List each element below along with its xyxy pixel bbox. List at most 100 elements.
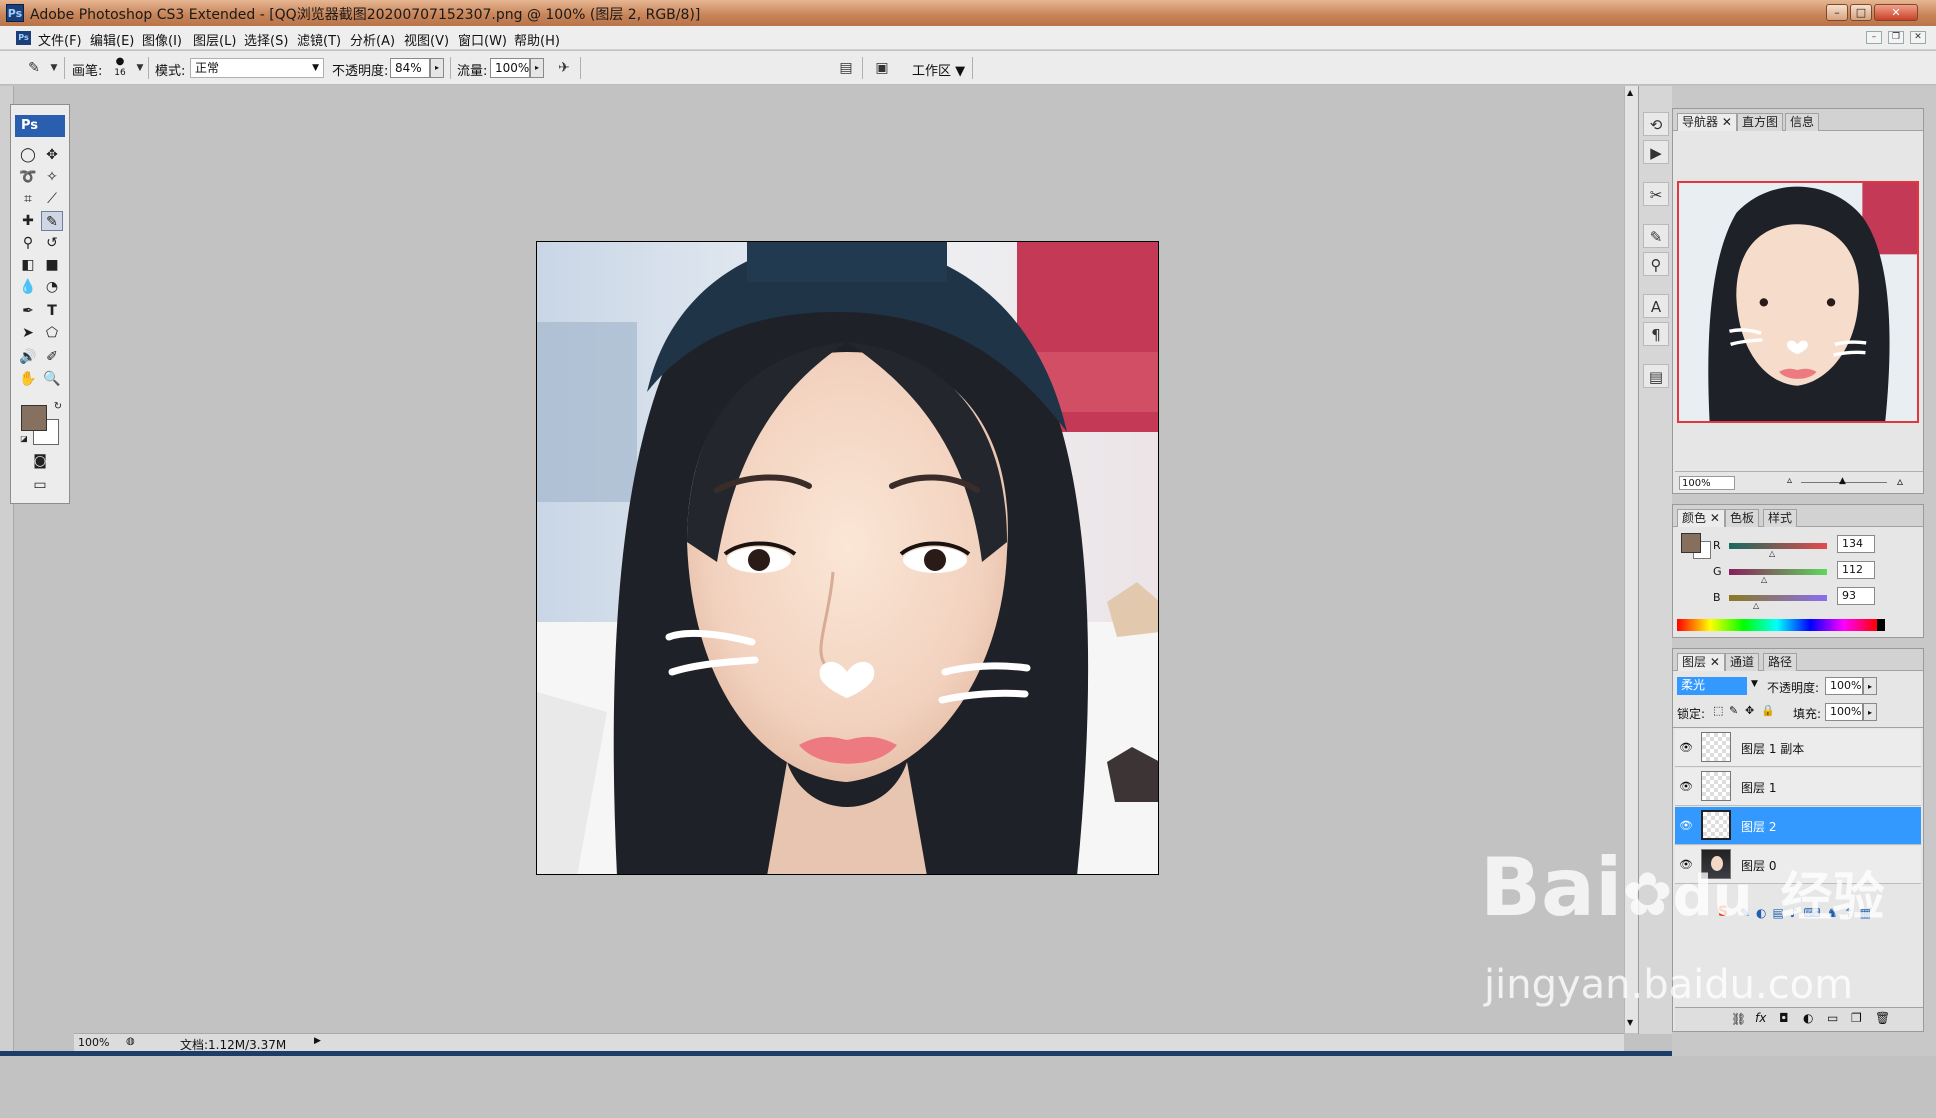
mode-select[interactable]: 正常 ▼	[190, 58, 324, 78]
layer-row-selected[interactable]: 👁 图层 2	[1675, 807, 1921, 845]
black-swatch[interactable]	[1877, 619, 1885, 631]
clone-source-icon[interactable]: ⚲	[1643, 252, 1669, 276]
new-layer-icon[interactable]: ❐	[1851, 1011, 1862, 1025]
brush-tool-preset-icon[interactable]: ✎	[24, 58, 44, 78]
minimize-button[interactable]: –	[1826, 4, 1848, 21]
adjustment-layer-icon[interactable]: ◐	[1803, 1011, 1813, 1025]
zoom-out-icon[interactable]: ▵	[1787, 475, 1792, 486]
foreground-color-swatch[interactable]	[21, 405, 47, 431]
color-fg-swatch[interactable]	[1681, 533, 1701, 553]
layer-opacity-input[interactable]: 100%	[1825, 677, 1863, 695]
eye-icon[interactable]: 👁	[1679, 741, 1693, 755]
brushes-icon[interactable]: ✎	[1643, 224, 1669, 248]
link-layers-icon[interactable]: ⛓	[1731, 1012, 1746, 1026]
paragraph-icon[interactable]: ¶	[1643, 322, 1669, 346]
g-slider[interactable]	[1729, 569, 1827, 575]
scroll-down-icon[interactable]: ▼	[1627, 1018, 1633, 1027]
r-slider[interactable]	[1729, 543, 1827, 549]
doc-close-button[interactable]: ✕	[1910, 31, 1926, 44]
flow-input[interactable]: 100%	[490, 58, 530, 78]
lasso-tool-icon[interactable]: ➰	[17, 167, 39, 187]
menu-file[interactable]: 文件(F)	[38, 30, 82, 49]
tab-info[interactable]: 信息	[1785, 113, 1820, 131]
history-brush-tool-icon[interactable]: ↺	[41, 233, 63, 253]
blur-tool-icon[interactable]: 💧	[17, 277, 39, 297]
menu-view[interactable]: 视图(V)	[404, 30, 449, 49]
blend-mode-chevron-icon[interactable]: ▼	[1751, 679, 1758, 689]
notes-tool-icon[interactable]: 🔊	[17, 347, 39, 367]
tab-channels[interactable]: 通道	[1725, 653, 1760, 671]
menu-edit[interactable]: 编辑(E)	[90, 30, 134, 49]
airbrush-icon[interactable]: ✈	[554, 58, 574, 78]
fill-slider-button[interactable]: ▸	[1863, 703, 1877, 721]
actions-icon[interactable]: ▶	[1643, 140, 1669, 164]
swap-colors-icon[interactable]: ↻	[47, 397, 69, 417]
opacity-input[interactable]: 84%	[390, 58, 430, 78]
brush-picker[interactable]: ● 16	[112, 57, 128, 81]
tool-presets-icon[interactable]: ✂	[1643, 182, 1669, 206]
menu-help[interactable]: 帮助(H)	[514, 30, 560, 49]
b-slider-thumb[interactable]: △	[1753, 601, 1759, 610]
blend-mode-select[interactable]: 柔光	[1677, 677, 1747, 695]
b-slider[interactable]	[1729, 595, 1827, 601]
slice-tool-icon[interactable]: ⟋	[41, 189, 63, 209]
r-slider-thumb[interactable]: △	[1769, 549, 1775, 558]
eye-icon[interactable]: 👁	[1679, 819, 1693, 833]
path-selection-tool-icon[interactable]: ➤	[17, 323, 39, 343]
tab-paths[interactable]: 路径	[1763, 653, 1798, 671]
g-slider-thumb[interactable]: △	[1761, 575, 1767, 584]
zoom-tool-icon[interactable]: 🔍	[41, 369, 63, 389]
menu-select[interactable]: 选择(S)	[244, 30, 288, 49]
document-icon[interactable]: Ps	[16, 31, 31, 45]
doc-minimize-button[interactable]: –	[1866, 31, 1882, 44]
layer-mask-icon[interactable]: ◘	[1779, 1011, 1789, 1025]
eyedropper-tool-icon[interactable]: ✐	[41, 347, 63, 367]
lock-pixels-icon[interactable]: ✎	[1729, 704, 1738, 717]
healing-brush-tool-icon[interactable]: ✚	[17, 211, 39, 231]
navigator-preview[interactable]	[1677, 181, 1919, 423]
tab-swatches[interactable]: 色板	[1725, 509, 1760, 527]
layer-row[interactable]: 👁 图层 1 副本	[1675, 729, 1921, 767]
scroll-up-icon[interactable]: ▲	[1627, 88, 1633, 97]
document-canvas[interactable]	[536, 241, 1159, 875]
status-menu-arrow-icon[interactable]: ▶	[314, 1036, 321, 1046]
delete-layer-icon[interactable]: 🗑	[1875, 1011, 1890, 1025]
g-value-input[interactable]: 112	[1837, 561, 1875, 579]
flow-slider-button[interactable]: ▸	[530, 58, 544, 78]
b-value-input[interactable]: 93	[1837, 587, 1875, 605]
brush-dropdown-icon[interactable]: ▼	[130, 58, 150, 78]
new-group-icon[interactable]: ▭	[1827, 1011, 1838, 1025]
tab-color[interactable]: 颜色 ✕	[1677, 509, 1725, 527]
layer-row[interactable]: 👁 图层 1	[1675, 768, 1921, 806]
tab-styles[interactable]: 样式	[1763, 509, 1798, 527]
lock-position-icon[interactable]: ✥	[1745, 704, 1754, 717]
close-button[interactable]: ✕	[1874, 4, 1918, 21]
quick-mask-icon[interactable]: ◙	[29, 451, 51, 471]
status-info-icon[interactable]: ◍	[126, 1036, 135, 1047]
menu-analysis[interactable]: 分析(A)	[350, 30, 395, 49]
menu-window[interactable]: 窗口(W)	[458, 30, 507, 49]
tab-navigator[interactable]: 导航器 ✕	[1677, 113, 1737, 131]
layer-opacity-slider-button[interactable]: ▸	[1863, 677, 1877, 695]
move-tool-icon[interactable]: ✥	[41, 145, 63, 165]
tool-preset-icon[interactable]: ▤	[836, 58, 856, 78]
screen-mode-icon[interactable]: ▭	[29, 475, 51, 495]
clone-stamp-tool-icon[interactable]: ⚲	[17, 233, 39, 253]
history-icon[interactable]: ⟲	[1643, 112, 1669, 136]
hand-tool-icon[interactable]: ✋	[17, 369, 39, 389]
character-icon[interactable]: A	[1643, 294, 1669, 318]
maximize-button[interactable]: □	[1850, 4, 1872, 21]
brush-palette-icon[interactable]: ▣	[872, 58, 892, 78]
opacity-slider-button[interactable]: ▸	[430, 58, 444, 78]
color-spectrum-ramp[interactable]	[1677, 619, 1877, 631]
navigator-zoom-input[interactable]: 100%	[1679, 476, 1735, 490]
menu-image[interactable]: 图像(I)	[142, 30, 182, 49]
zoom-in-icon[interactable]: ▵	[1897, 474, 1903, 488]
lock-transparent-icon[interactable]: ⬚	[1713, 704, 1723, 717]
preset-dropdown-icon[interactable]: ▼	[44, 58, 64, 78]
gradient-tool-icon[interactable]: ■	[41, 255, 63, 275]
zoom-level[interactable]: 100%	[78, 1036, 109, 1049]
type-tool-icon[interactable]: T	[41, 301, 63, 321]
tab-histogram[interactable]: 直方图	[1737, 113, 1784, 131]
crop-tool-icon[interactable]: ⌗	[17, 189, 39, 209]
